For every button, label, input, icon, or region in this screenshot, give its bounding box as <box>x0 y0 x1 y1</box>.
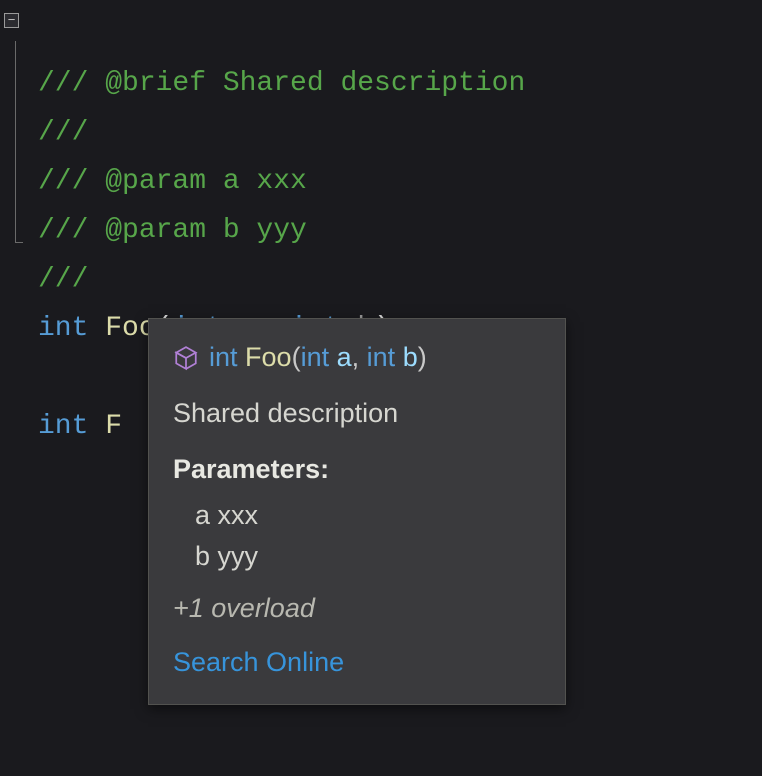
sig-paren-open: ( <box>292 342 301 372</box>
sig-comma: , <box>352 342 367 372</box>
code-comment-line: /// @param a xxx <box>38 166 307 197</box>
search-online-link[interactable]: Search Online <box>173 642 541 684</box>
sig-param-name: a <box>337 342 352 372</box>
sig-param-type: int <box>301 342 330 372</box>
parameters-heading: Parameters: <box>173 449 541 491</box>
code-comment-line: /// <box>38 264 88 295</box>
signature-row: int Foo(int a, int b) <box>173 337 541 379</box>
sig-param-type: int <box>367 342 396 372</box>
fold-gutter: − <box>4 13 22 28</box>
overload-count: +1 overload <box>173 588 541 630</box>
code-comment-line: /// @param b yyy <box>38 215 307 246</box>
tooltip-description: Shared description <box>173 393 541 435</box>
function-name-partial: F <box>105 411 122 442</box>
parameter-row: a xxx <box>173 495 541 537</box>
fold-guide-end <box>15 242 23 243</box>
code-partial-line: int F <box>38 411 122 442</box>
cube-icon <box>173 345 199 371</box>
keyword-int: int <box>38 411 88 442</box>
intellisense-tooltip: int Foo(int a, int b) Shared description… <box>148 318 566 705</box>
sig-paren-close: ) <box>418 342 427 372</box>
fold-toggle[interactable]: − <box>4 13 19 28</box>
code-comment-line: /// @brief Shared description <box>38 68 525 99</box>
code-comment-line: /// <box>38 117 88 148</box>
signature-text: int Foo(int a, int b) <box>209 337 427 379</box>
parameter-row: b yyy <box>173 536 541 578</box>
sig-function-name: Foo <box>245 342 292 372</box>
keyword-int: int <box>38 313 88 344</box>
sig-return-type: int <box>209 342 238 372</box>
fold-guide-line <box>15 41 16 243</box>
sig-param-name: b <box>403 342 418 372</box>
